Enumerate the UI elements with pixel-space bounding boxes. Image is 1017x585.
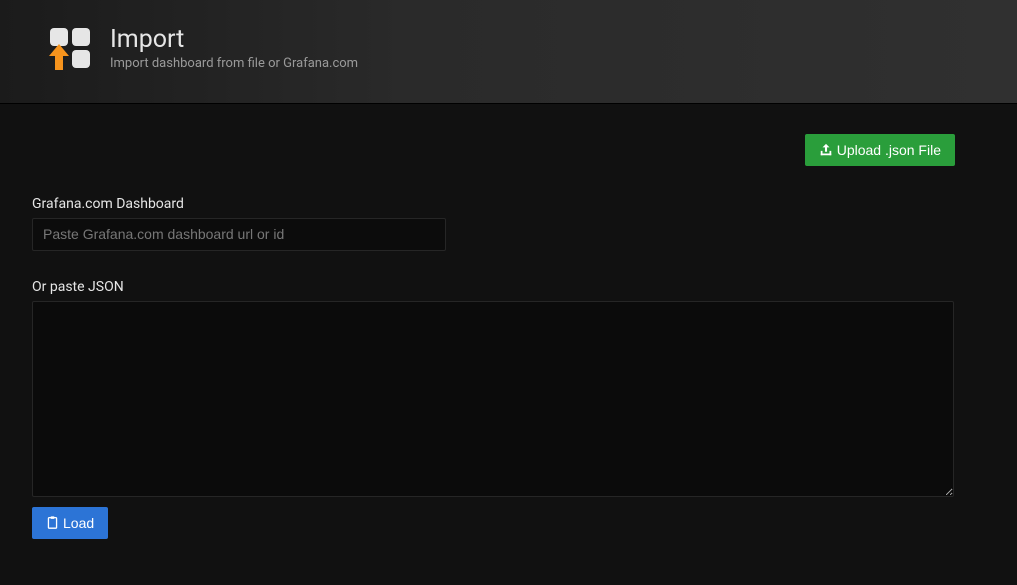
content: Upload .json File Grafana.com Dashboard … — [0, 104, 1017, 539]
upload-icon — [819, 143, 833, 157]
grafana-url-section: Grafana.com Dashboard — [32, 196, 955, 251]
grafana-url-label: Grafana.com Dashboard — [32, 196, 955, 212]
import-icon — [48, 26, 92, 70]
load-button-label: Load — [63, 515, 94, 531]
page-title: Import — [110, 26, 358, 54]
upload-json-button[interactable]: Upload .json File — [805, 134, 955, 166]
load-button[interactable]: Load — [32, 507, 108, 539]
page-header: Import Import dashboard from file or Gra… — [0, 0, 1017, 104]
load-row: Load — [32, 507, 955, 539]
paste-json-textarea[interactable] — [32, 301, 954, 497]
header-text: Import Import dashboard from file or Gra… — [110, 26, 358, 71]
page-subtitle: Import dashboard from file or Grafana.co… — [110, 56, 358, 71]
upload-button-label: Upload .json File — [837, 142, 941, 158]
paste-icon — [46, 516, 59, 529]
grafana-url-input[interactable] — [32, 218, 446, 251]
paste-json-label: Or paste JSON — [32, 279, 955, 295]
paste-json-section: Or paste JSON — [32, 279, 955, 497]
upload-row: Upload .json File — [32, 134, 955, 166]
